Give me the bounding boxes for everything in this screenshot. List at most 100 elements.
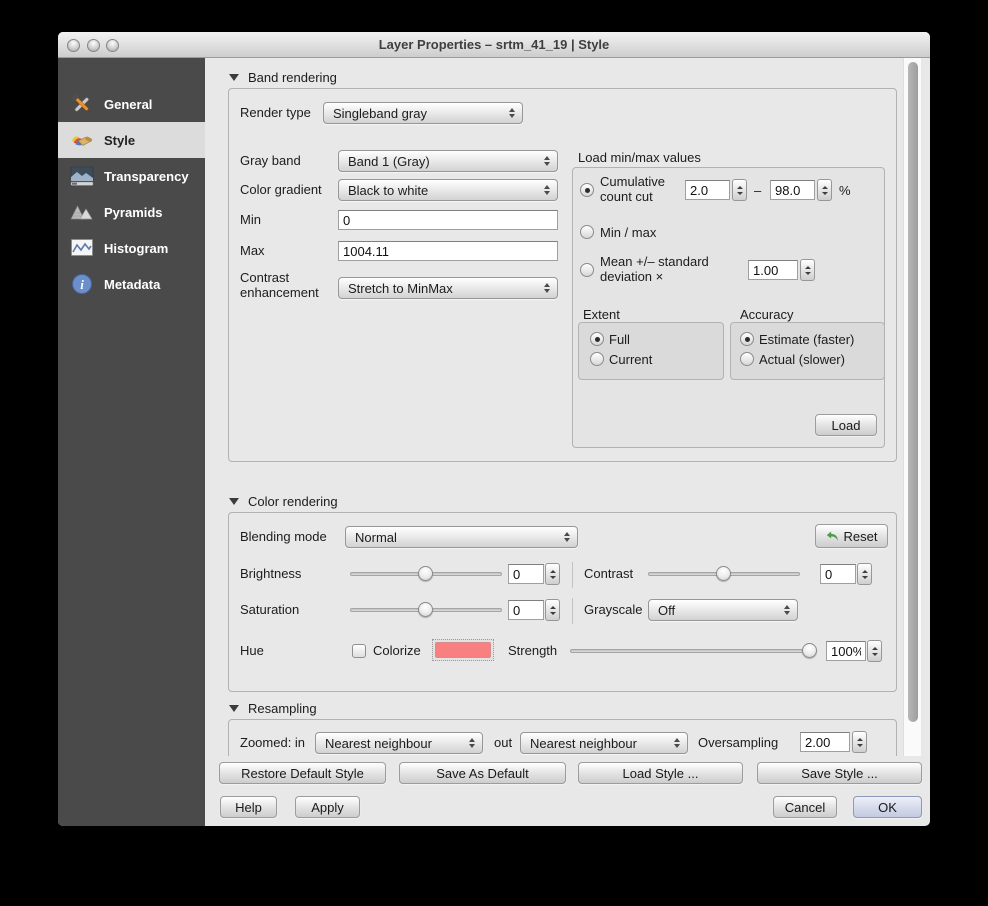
strength-slider[interactable]: [570, 643, 817, 659]
popup-arrows-icon: [544, 185, 550, 195]
color-rendering-header[interactable]: Color rendering: [229, 494, 338, 509]
cumulative-min-input[interactable]: [685, 180, 730, 200]
vertical-scrollbar[interactable]: [903, 58, 921, 756]
separator: [572, 562, 573, 588]
max-input[interactable]: [338, 241, 558, 261]
save-as-default-button[interactable]: Save As Default: [399, 762, 566, 784]
layer-properties-window: Layer Properties – srtm_41_19 | Style Ge…: [58, 32, 930, 826]
zoomed-out-select[interactable]: Nearest neighbour: [520, 732, 688, 754]
blending-mode-value: Normal: [355, 529, 397, 545]
slider-thumb[interactable]: [716, 566, 731, 581]
restore-default-style-button[interactable]: Restore Default Style: [219, 762, 386, 784]
sidebar-item-histogram[interactable]: Histogram: [58, 230, 205, 266]
color-gradient-label: Color gradient: [240, 182, 322, 197]
cumulative-count-cut-radio[interactable]: [580, 183, 594, 197]
extent-group: [578, 322, 724, 380]
extent-current-label: Current: [609, 352, 653, 367]
apply-button[interactable]: Apply: [295, 796, 360, 818]
tools-icon: [68, 92, 96, 116]
render-type-value: Singleband gray: [333, 105, 427, 121]
save-style-button[interactable]: Save Style ...: [757, 762, 922, 784]
zoomed-in-value: Nearest neighbour: [325, 735, 432, 751]
sidebar-item-label: Pyramids: [104, 204, 163, 220]
button-label: Help: [235, 799, 262, 815]
saturation-slider[interactable]: [350, 602, 502, 618]
contrast-enhancement-select[interactable]: Stretch to MinMax: [338, 277, 558, 299]
load-style-button[interactable]: Load Style ...: [578, 762, 743, 784]
min-max-radio[interactable]: [580, 225, 594, 239]
zoomed-in-label: Zoomed: in: [240, 735, 306, 750]
scrollbar-thumb[interactable]: [908, 62, 918, 722]
contrast-stepper[interactable]: [857, 563, 872, 585]
render-type-label: Render type: [240, 105, 311, 120]
button-label: Save Style ...: [801, 765, 878, 781]
accuracy-actual-radio[interactable]: [740, 352, 754, 366]
extent-current-radio[interactable]: [590, 352, 604, 366]
cumulative-max-input[interactable]: [770, 180, 815, 200]
brightness-stepper[interactable]: [545, 563, 560, 585]
brightness-slider[interactable]: [350, 566, 502, 582]
accuracy-estimate-label: Estimate (faster): [759, 332, 855, 347]
button-label: Save As Default: [436, 765, 529, 781]
contrast-slider[interactable]: [648, 566, 800, 582]
oversampling-stepper[interactable]: [852, 731, 867, 753]
cumulative-min-stepper[interactable]: [732, 179, 747, 201]
gray-band-select[interactable]: Band 1 (Gray): [338, 150, 558, 172]
color-gradient-select[interactable]: Black to white: [338, 179, 558, 201]
pyramids-icon: [68, 200, 96, 224]
brightness-input[interactable]: [508, 564, 544, 584]
strength-input[interactable]: [826, 641, 866, 661]
load-minmax-title: Load min/max values: [578, 150, 701, 165]
stddev-radio[interactable]: [580, 263, 594, 277]
extent-full-radio[interactable]: [590, 332, 604, 346]
help-button[interactable]: Help: [220, 796, 277, 818]
contrast-input[interactable]: [820, 564, 856, 584]
grayscale-select[interactable]: Off: [648, 599, 798, 621]
sidebar-item-label: Transparency: [104, 168, 189, 184]
render-type-select[interactable]: Singleband gray: [323, 102, 523, 124]
slider-thumb[interactable]: [418, 602, 433, 617]
band-rendering-header[interactable]: Band rendering: [229, 70, 337, 85]
stddev-stepper[interactable]: [800, 259, 815, 281]
colorize-label: Colorize: [373, 643, 421, 658]
ok-button[interactable]: OK: [853, 796, 922, 818]
accuracy-group: [730, 322, 885, 380]
colorize-color-button[interactable]: [432, 639, 494, 661]
accuracy-estimate-radio[interactable]: [740, 332, 754, 346]
stddev-input[interactable]: [748, 260, 798, 280]
sidebar-item-style[interactable]: Style: [58, 122, 205, 158]
info-icon: i: [68, 272, 96, 296]
extent-full-label: Full: [609, 332, 630, 347]
collapse-triangle-icon: [229, 498, 239, 505]
load-button[interactable]: Load: [815, 414, 877, 436]
popup-arrows-icon: [544, 156, 550, 166]
sidebar-item-pyramids[interactable]: Pyramids: [58, 194, 205, 230]
reset-button[interactable]: Reset: [815, 524, 888, 548]
saturation-input[interactable]: [508, 600, 544, 620]
popup-arrows-icon: [544, 283, 550, 293]
histogram-icon: [68, 236, 96, 260]
saturation-stepper[interactable]: [545, 599, 560, 621]
undo-arrow-icon: [826, 530, 838, 541]
min-input[interactable]: [338, 210, 558, 230]
oversampling-input[interactable]: [800, 732, 850, 752]
button-label: OK: [878, 799, 897, 815]
slider-thumb[interactable]: [418, 566, 433, 581]
strength-stepper[interactable]: [867, 640, 882, 662]
sidebar-item-metadata[interactable]: i Metadata: [58, 266, 205, 302]
slider-thumb[interactable]: [802, 643, 817, 658]
zoomed-in-select[interactable]: Nearest neighbour: [315, 732, 483, 754]
cancel-button[interactable]: Cancel: [773, 796, 837, 818]
grayscale-value: Off: [658, 602, 676, 618]
colorize-checkbox[interactable]: [352, 644, 366, 658]
sidebar-item-transparency[interactable]: Transparency: [58, 158, 205, 194]
sidebar-item-label: Metadata: [104, 276, 161, 292]
resampling-header[interactable]: Resampling: [229, 701, 317, 716]
button-label: Cancel: [784, 799, 826, 815]
contrast-label: Contrast: [584, 566, 634, 581]
min-max-label: Min / max: [600, 225, 657, 240]
cumulative-max-stepper[interactable]: [817, 179, 832, 201]
sidebar-item-general[interactable]: General: [58, 86, 205, 122]
blending-mode-select[interactable]: Normal: [345, 526, 578, 548]
max-label: Max: [240, 243, 265, 258]
